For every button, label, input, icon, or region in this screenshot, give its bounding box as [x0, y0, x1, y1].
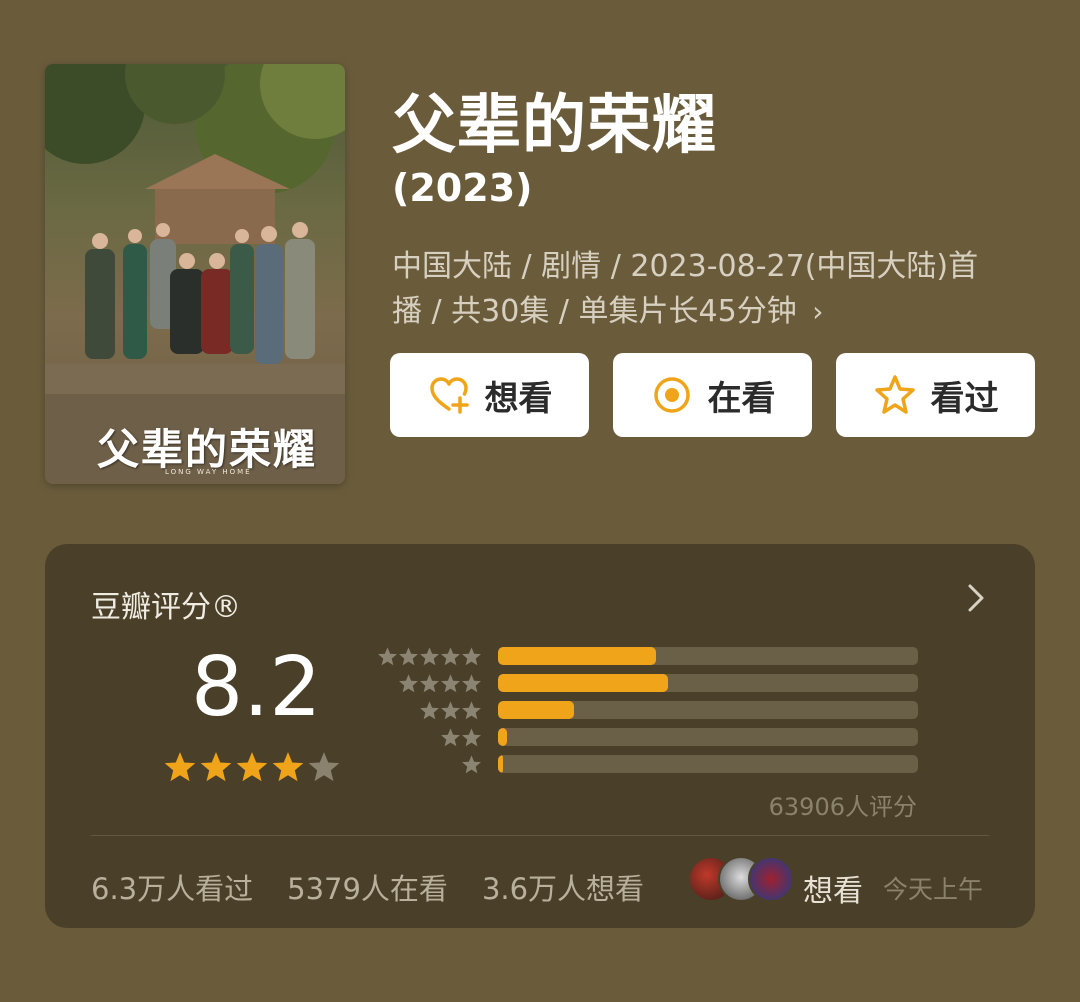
watched-label: 看过: [930, 378, 999, 419]
star-icon: [378, 647, 397, 666]
rating-score: 8.2: [191, 640, 322, 735]
meta-line-1: 中国大陆 / 剧情 / 2023-08-27(中国大陆)首: [392, 249, 979, 284]
star-filled-icon: [200, 752, 232, 782]
star-outline-icon: [873, 373, 917, 417]
star-icon: [462, 674, 481, 693]
rating-row-1-star: [375, 752, 919, 779]
rating-bar-track: [498, 674, 918, 692]
rating-card[interactable]: 豆瓣评分® 8.2 63906人评分 6.3万人看过 5379人在看 3.6万人…: [45, 544, 1035, 928]
star-icon: [462, 728, 481, 747]
want-count[interactable]: 3.6万人想看: [482, 866, 644, 908]
star-icon: [441, 647, 460, 666]
star-filled-icon: [272, 752, 304, 782]
watching-count[interactable]: 5379人在看: [287, 866, 448, 908]
stats-row: 6.3万人看过 5379人在看 3.6万人想看: [91, 866, 644, 908]
star-empty-icon: [308, 752, 340, 782]
meta-line-2: 播 / 共30集 / 单集片长45分钟 ›: [392, 289, 1017, 334]
rating-row-stars: [440, 727, 482, 748]
meta-info[interactable]: 中国大陆 / 剧情 / 2023-08-27(中国大陆)首 播 / 共30集 /…: [392, 244, 1017, 334]
rating-bar-fill: [498, 755, 504, 773]
rating-row-5-star: [375, 644, 919, 671]
star-filled-icon: [236, 752, 268, 782]
star-icon: [399, 674, 418, 693]
rating-count: 63906人评分: [768, 793, 917, 821]
star-icon: [420, 701, 439, 720]
friend-action-label: 想看: [803, 874, 863, 909]
poster-subtitle-art: LONG WAY HOME: [165, 468, 252, 476]
star-icon: [420, 674, 439, 693]
star-filled-icon: [164, 752, 196, 782]
score-stars: [163, 750, 341, 784]
want-to-watch-button[interactable]: 想看: [390, 353, 589, 437]
want-to-watch-label: 想看: [484, 378, 553, 419]
rating-row-stars: [461, 754, 482, 775]
star-icon: [462, 755, 481, 774]
rating-bar-fill: [498, 647, 656, 665]
star-icon: [420, 647, 439, 666]
rating-bar-track: [498, 755, 918, 773]
watched-button[interactable]: 看过: [836, 353, 1035, 437]
chevron-right-icon: ›: [812, 295, 824, 328]
rating-row-4-star: [375, 671, 919, 698]
watching-button[interactable]: 在看: [613, 353, 812, 437]
meta-line-2-text: 播 / 共30集 / 单集片长45分钟: [392, 294, 797, 329]
rating-bar-track: [498, 728, 918, 746]
rating-row-2-star: [375, 725, 919, 752]
friend-action-time: 今天上午: [883, 875, 984, 904]
rating-row-stars: [398, 673, 482, 694]
rating-row-stars: [419, 700, 482, 721]
rating-card-title: 豆瓣评分®: [91, 590, 241, 625]
rating-bar-track: [498, 647, 918, 665]
rating-bar-fill: [498, 674, 669, 692]
chevron-right-icon[interactable]: [961, 580, 991, 616]
watching-label: 在看: [707, 378, 776, 419]
star-icon: [441, 728, 460, 747]
divider: [91, 835, 989, 836]
rating-bar-fill: [498, 701, 575, 719]
avatar: [748, 856, 794, 902]
page-title: 父辈的荣耀: [392, 89, 717, 163]
action-buttons: 想看 在看 看过: [390, 353, 1035, 437]
heart-plus-icon: [427, 373, 471, 417]
star-icon: [441, 674, 460, 693]
rating-row-stars: [377, 646, 482, 667]
release-year: (2023): [392, 166, 533, 210]
star-icon: [462, 647, 481, 666]
rating-bar-track: [498, 701, 918, 719]
rating-row-3-star: [375, 698, 919, 725]
movie-detail-page: 父辈的荣耀 LONG WAY HOME 父辈的荣耀 (2023) 中国大陆 / …: [0, 0, 1080, 1002]
target-icon: [650, 373, 694, 417]
star-icon: [399, 647, 418, 666]
star-icon: [441, 701, 460, 720]
poster-image[interactable]: 父辈的荣耀 LONG WAY HOME: [45, 64, 345, 484]
friend-avatars[interactable]: [688, 856, 796, 904]
star-icon: [462, 701, 481, 720]
watched-count[interactable]: 6.3万人看过: [91, 866, 253, 908]
rating-distribution: [375, 644, 919, 779]
rating-bar-fill: [498, 728, 507, 746]
